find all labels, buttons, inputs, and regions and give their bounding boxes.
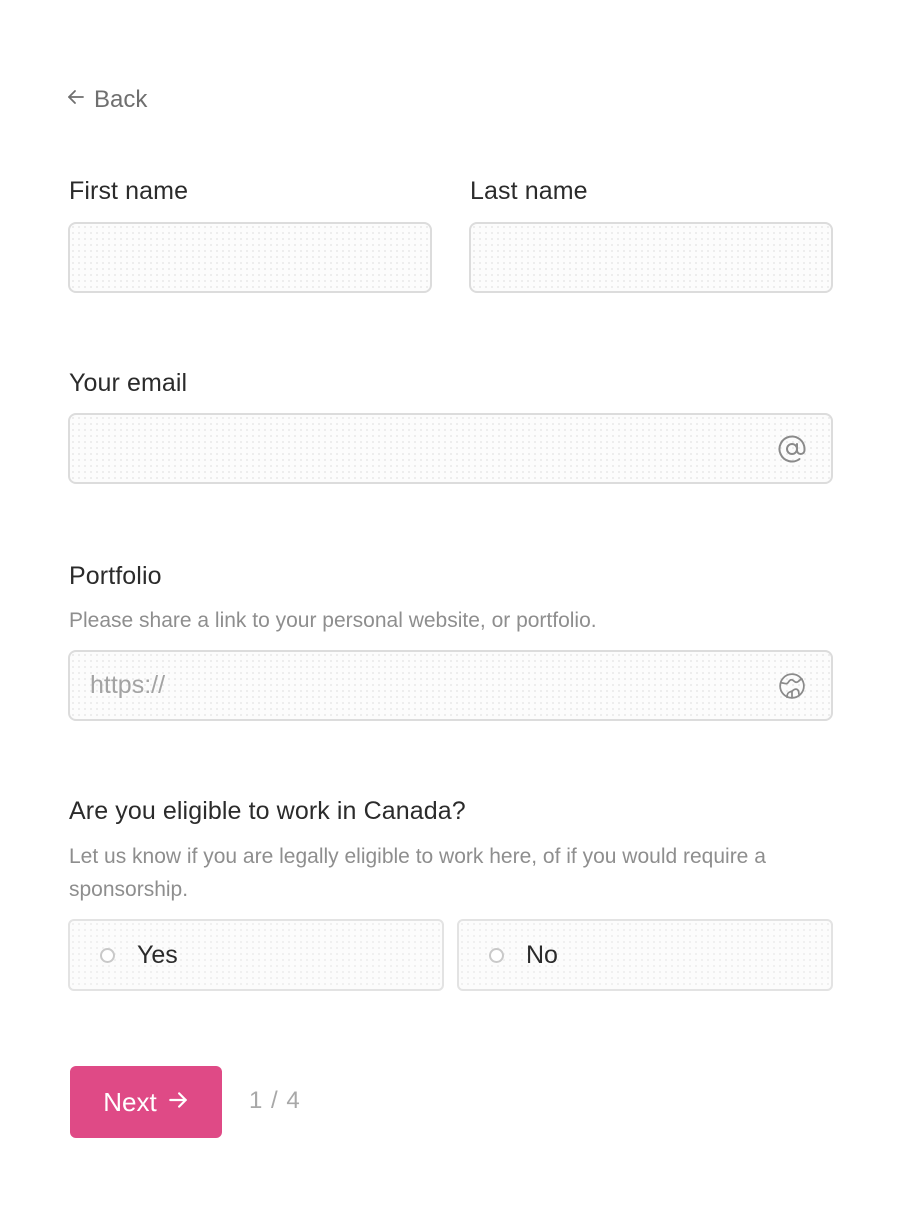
radio-button-yes[interactable]: [100, 947, 115, 963]
eligibility-option-no[interactable]: No: [457, 919, 833, 991]
first-name-field-wrapper: [68, 222, 432, 293]
portfolio-input[interactable]: [70, 652, 831, 719]
radio-button-no[interactable]: [489, 947, 504, 963]
back-label: Back: [94, 86, 148, 113]
globe-icon: [777, 671, 807, 701]
radio-label-no: No: [526, 940, 558, 969]
email-field-wrapper: [68, 413, 833, 484]
back-link[interactable]: Back: [66, 86, 147, 114]
email-label: Your email: [69, 369, 188, 397]
eligibility-hint: Let us know if you are legally eligible …: [69, 845, 766, 901]
last-name-input[interactable]: [471, 224, 831, 291]
portfolio-label: Portfolio: [69, 562, 162, 590]
next-button[interactable]: Next: [70, 1066, 222, 1138]
at-sign-icon: [777, 434, 807, 464]
first-name-label: First name: [69, 177, 189, 205]
email-input[interactable]: [70, 415, 831, 482]
last-name-label: Last name: [470, 177, 588, 205]
step-counter: 1 / 4: [249, 1087, 301, 1114]
eligibility-option-yes[interactable]: Yes: [68, 919, 444, 991]
application-form-page: Back First name Last name Your email Por…: [0, 0, 900, 1207]
radio-label-yes: Yes: [137, 940, 178, 969]
arrow-right-icon: [167, 1087, 189, 1118]
portfolio-hint: Please share a link to your personal web…: [69, 609, 597, 632]
portfolio-field-wrapper: [68, 650, 833, 721]
eligibility-label: Are you eligible to work in Canada?: [69, 797, 466, 825]
first-name-input[interactable]: [70, 224, 430, 291]
arrow-left-icon: [66, 86, 86, 114]
next-label: Next: [103, 1086, 157, 1117]
last-name-field-wrapper: [469, 222, 833, 293]
